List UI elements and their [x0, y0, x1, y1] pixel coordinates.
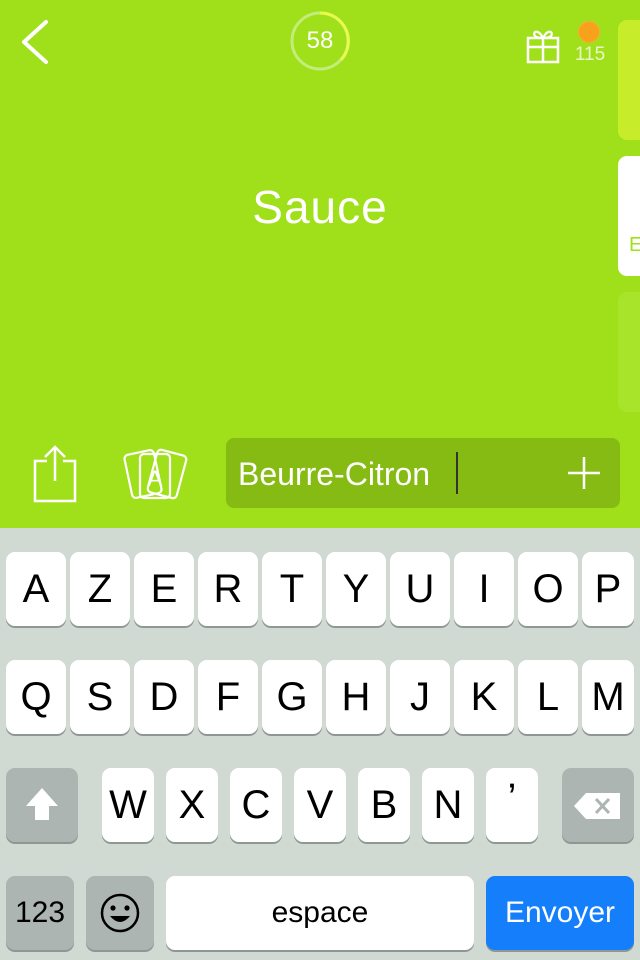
numbers-key[interactable]: 123 — [6, 876, 74, 950]
key[interactable]: N — [422, 768, 474, 842]
key[interactable]: O — [518, 552, 578, 626]
key-label: C — [241, 783, 271, 827]
next-card-peek-top[interactable] — [618, 20, 640, 140]
key-label: B — [370, 783, 398, 827]
key[interactable]: T — [262, 552, 322, 626]
key-label: Q — [20, 675, 52, 719]
key[interactable]: R — [198, 552, 258, 626]
key[interactable]: G — [262, 660, 322, 734]
answer-input[interactable] — [236, 438, 560, 510]
key[interactable]: B — [358, 768, 410, 842]
key[interactable]: A — [6, 552, 66, 626]
coin-icon — [578, 21, 600, 43]
share-icon[interactable] — [30, 443, 80, 505]
coin-count: 115 — [574, 44, 606, 65]
key-label: R — [213, 567, 243, 611]
key[interactable]: W — [102, 768, 154, 842]
key-label: 123 — [14, 896, 66, 929]
card-word: Sauce — [252, 181, 388, 233]
send-key[interactable]: Envoyer — [486, 876, 634, 950]
key-label: I — [478, 567, 490, 611]
emoji-icon — [100, 893, 140, 933]
next-card-peek-bottom[interactable] — [618, 292, 640, 412]
key-label: J — [410, 675, 430, 719]
key[interactable]: V — [294, 768, 346, 842]
key-label: H — [341, 675, 371, 719]
text-caret — [456, 452, 458, 494]
key-label: G — [276, 675, 308, 719]
shift-key[interactable] — [6, 768, 78, 842]
key[interactable]: K — [454, 660, 514, 734]
key[interactable]: U — [390, 552, 450, 626]
key-label: Envoyer — [504, 896, 616, 929]
svg-text:A: A — [148, 466, 163, 491]
key[interactable]: ’ — [486, 768, 538, 842]
key-label: S — [86, 675, 114, 719]
key[interactable]: J — [390, 660, 450, 734]
key[interactable]: D — [134, 660, 194, 734]
key-label: D — [149, 675, 179, 719]
key-label: X — [178, 783, 206, 827]
key[interactable]: X — [166, 768, 218, 842]
key-label: A — [22, 567, 50, 611]
key-label: K — [470, 675, 498, 719]
key-label: espace — [271, 896, 369, 929]
peek-letter: E — [629, 234, 640, 256]
key[interactable]: H — [326, 660, 386, 734]
shift-icon — [26, 788, 58, 820]
gift-icon[interactable] — [526, 26, 560, 64]
key[interactable]: M — [582, 660, 634, 734]
key-label: L — [536, 675, 560, 719]
key-label: Z — [87, 567, 113, 611]
key-label: T — [279, 567, 305, 611]
keyboard: A Z E R T Y U I O P Q S D F G H J K L M … — [0, 528, 640, 960]
key-label: ’ — [507, 776, 517, 820]
space-key[interactable]: espace — [166, 876, 474, 950]
key[interactable]: F — [198, 660, 258, 734]
key[interactable]: C — [230, 768, 282, 842]
delete-key[interactable] — [562, 768, 634, 842]
key-label: V — [306, 783, 334, 827]
key-label: O — [532, 567, 564, 611]
cards-icon[interactable]: A — [118, 446, 192, 504]
key-label: M — [591, 675, 625, 719]
key[interactable]: I — [454, 552, 514, 626]
key-label: W — [109, 783, 147, 827]
key[interactable]: L — [518, 660, 578, 734]
key[interactable]: Z — [70, 552, 130, 626]
key[interactable]: P — [582, 552, 634, 626]
level-number: 58 — [306, 27, 334, 54]
delete-icon — [574, 793, 620, 819]
plus-icon[interactable] — [566, 455, 602, 491]
key[interactable]: E — [134, 552, 194, 626]
key-label: Y — [342, 567, 370, 611]
answer-field[interactable] — [226, 438, 620, 510]
key-label: P — [594, 567, 622, 611]
key-label: E — [150, 567, 178, 611]
game-screen: 58 115 E Sauce A — [0, 0, 640, 528]
key-label: N — [433, 783, 463, 827]
key-label: U — [405, 567, 435, 611]
back-chevron-icon[interactable] — [14, 16, 62, 68]
key[interactable]: Y — [326, 552, 386, 626]
key-label: F — [215, 675, 241, 719]
key[interactable]: Q — [6, 660, 66, 734]
key[interactable]: S — [70, 660, 130, 734]
emoji-key[interactable] — [86, 876, 154, 950]
